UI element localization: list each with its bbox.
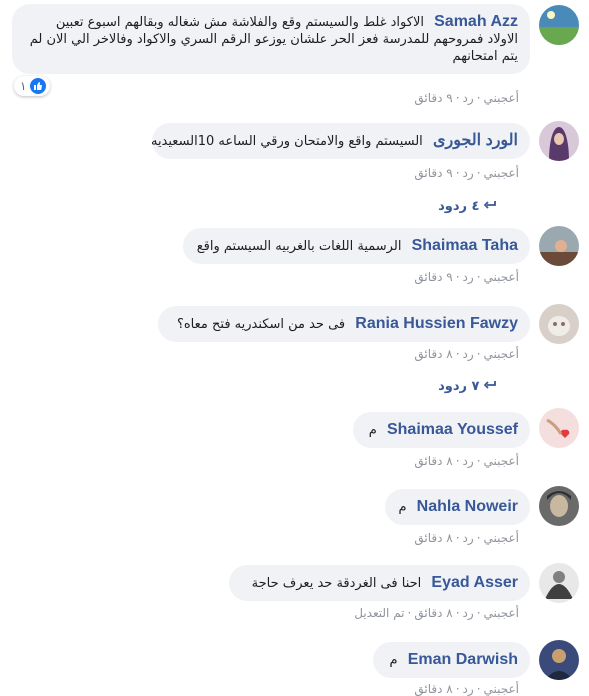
comment-text: م [368,423,377,438]
reply-button[interactable]: رد [463,270,474,284]
reply-button[interactable]: رد [463,682,474,696]
comment-actions: أعجبني·رد·٩ دقائق [414,270,519,284]
comment-time[interactable]: ٨ دقائق [414,347,452,361]
avatar-image [539,563,579,603]
comment-actions: أعجبني·رد·٩ دقائق [414,166,519,180]
comment-author[interactable]: Shaimaa Youssef [387,421,518,438]
avatar[interactable] [539,304,579,344]
like-button[interactable]: أعجبني [484,682,519,696]
comment-time[interactable]: ٨ دقائق [414,606,452,620]
avatar-image [539,408,579,448]
like-button[interactable]: أعجبني [484,606,519,620]
comment-time[interactable]: ٨ دقائق [414,682,452,696]
comment-text: الرسمية اللغات بالغربيه السيستم واقع [196,239,402,254]
reply-button[interactable]: رد [463,347,474,361]
avatar[interactable] [539,486,579,526]
comment-author[interactable]: Eman Darwish [408,651,518,668]
reaction-count: ١ [20,79,27,93]
avatar-image [539,640,579,680]
avatar-image [539,121,579,161]
reply-button[interactable]: رد [463,531,474,545]
comment-actions: أعجبني·رد·٨ دقائق [414,682,519,696]
view-replies-link[interactable]: ٧ ردود [438,379,512,394]
comment-actions: أعجبني·رد·٨ دقائق·تم التعديل [354,606,519,620]
avatar[interactable] [539,121,579,161]
comment-time[interactable]: ٩ دقائق [414,166,452,180]
comment-text: احنا فى الغردقة حد يعرف حاجة [251,576,422,591]
comment-actions: أعجبني·رد·٨ دقائق [414,531,519,545]
comment-actions: أعجبني·رد·٨ دقائق [414,454,519,468]
comment-bubble: Shaimaa Taha الرسمية اللغات بالغربيه الس… [183,228,530,264]
view-replies-link[interactable]: ٤ ردود [438,199,512,214]
comment-author[interactable]: Shaimaa Taha [412,237,518,254]
comment-author[interactable]: Rania Hussien Fawzy [355,315,518,332]
reply-button[interactable]: رد [463,166,474,180]
avatar[interactable] [539,5,579,45]
reply-arrow-icon [483,199,496,214]
comment-author[interactable]: Eyad Asser [431,574,518,591]
comment-author[interactable]: Samah Azz [434,13,518,30]
like-button[interactable]: أعجبني [484,166,519,180]
like-button[interactable]: أعجبني [484,270,519,284]
like-button[interactable]: أعجبني [484,531,519,545]
replies-count: ٤ ردود [438,199,480,214]
comment-author[interactable]: الورد الجورى [433,132,518,149]
reply-button[interactable]: رد [463,606,474,620]
comment-actions: أعجبني·رد·٨ دقائق [414,347,519,361]
like-button[interactable]: أعجبني [484,347,519,361]
comment-time[interactable]: ٩ دقائق [414,91,452,105]
avatar-image [539,304,579,344]
avatar[interactable] [539,640,579,680]
comment-actions: أعجبني·رد·٩ دقائق [414,91,519,105]
reply-button[interactable]: رد [463,91,474,105]
comment-bubble: Shaimaa Youssef م [353,412,530,448]
reply-button[interactable]: رد [463,454,474,468]
edited-label: تم التعديل [354,606,405,620]
comment-author[interactable]: Nahla Noweir [417,498,518,515]
comment-text: السيستم واقع والامتحان ورقي الساعه 10الس… [150,134,423,149]
comment-time[interactable]: ٩ دقائق [414,270,452,284]
reply-arrow-icon [483,379,496,394]
avatar-image [539,486,579,526]
comment-text: م [389,653,398,668]
comment-bubble: Samah Azz الاكواد غلط والسيستم وقع والفل… [12,4,530,74]
like-icon [30,78,47,94]
replies-count: ٧ ردود [438,379,480,394]
comment-bubble: الورد الجورى السيستم واقع والامتحان ورقي… [150,123,530,159]
avatar[interactable] [539,226,579,266]
comment-text: فى حد من اسكندريه فتح معاه؟ [176,317,346,332]
comment-bubble: Rania Hussien Fawzy فى حد من اسكندريه فت… [158,306,530,342]
avatar-image [539,5,579,45]
like-button[interactable]: أعجبني [484,454,519,468]
like-button[interactable]: أعجبني [484,91,519,105]
reaction-badge[interactable]: ١ [14,76,51,96]
comment-bubble: Eyad Asser احنا فى الغردقة حد يعرف حاجة [229,565,530,601]
comment-time[interactable]: ٨ دقائق [414,531,452,545]
comment-bubble: Eman Darwish م [373,642,530,678]
comment-time[interactable]: ٨ دقائق [414,454,452,468]
avatar[interactable] [539,563,579,603]
comment-text: م [398,500,407,515]
avatar[interactable] [539,408,579,448]
avatar-image [539,226,579,266]
comment-bubble: Nahla Noweir م [385,489,530,525]
